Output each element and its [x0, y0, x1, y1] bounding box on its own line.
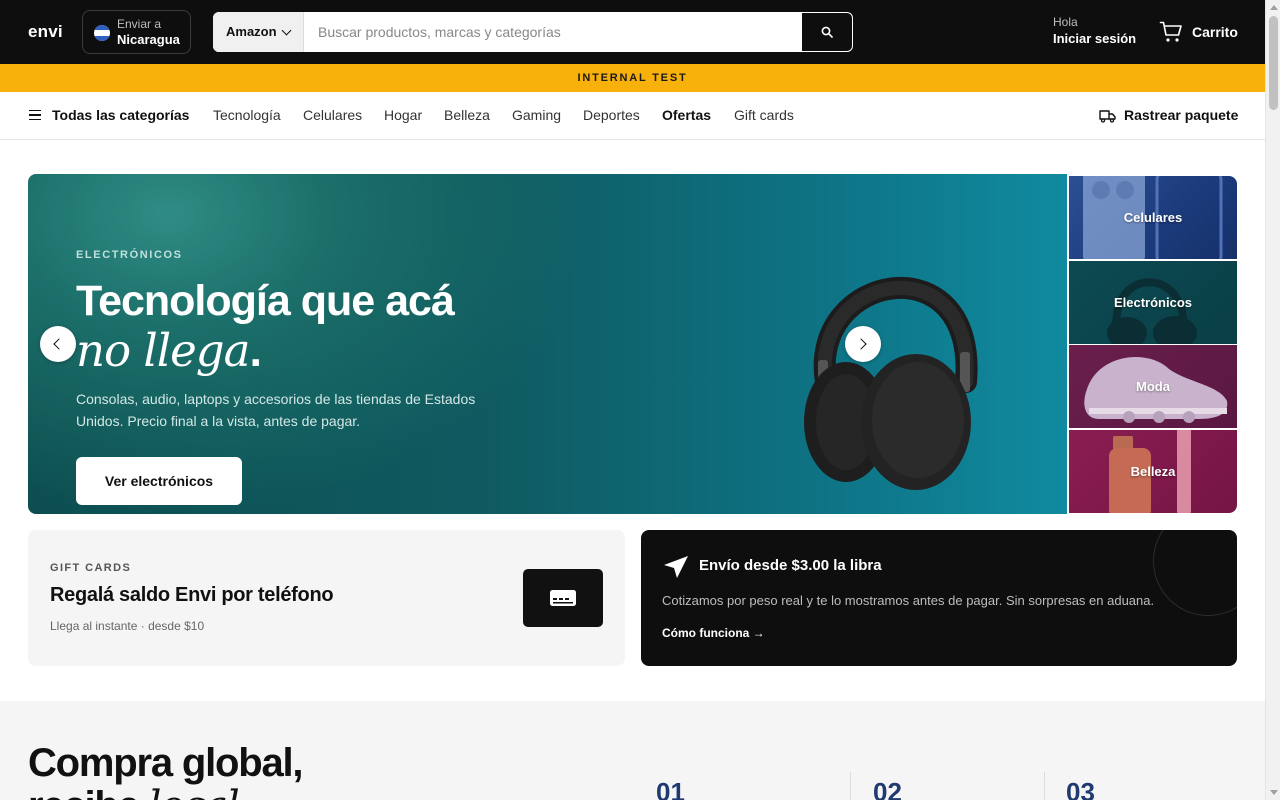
steps-title-italic: local — [149, 783, 240, 800]
scroll-down-icon[interactable] — [1270, 790, 1278, 795]
carousel-next-button[interactable] — [845, 326, 881, 362]
hero-title-line1: Tecnología que acá — [76, 277, 455, 325]
scroll-up-icon[interactable] — [1270, 5, 1278, 10]
ship-to-label: Enviar a — [117, 17, 162, 31]
track-package-link[interactable]: Rastrear paquete — [1124, 107, 1238, 123]
store-selector-label: Amazon — [226, 24, 277, 39]
step-number-3: 03 — [1066, 777, 1095, 800]
nav-link-hogar[interactable]: Hogar — [384, 107, 422, 123]
envi-logo[interactable]: envi — [28, 22, 63, 42]
send-icon — [664, 556, 688, 578]
search-input[interactable] — [305, 12, 802, 52]
steps-section: Compra global, recibe local 01 02 03 — [0, 701, 1265, 800]
carousel-prev-button[interactable] — [40, 326, 76, 362]
store-selector[interactable]: Amazon — [213, 12, 304, 52]
nav-link-celulares[interactable]: Celulares — [303, 107, 362, 123]
top-header: envi Enviar a Nicaragua Amazon Hola Inic… — [0, 0, 1265, 64]
ship-to-selector[interactable]: Enviar a Nicaragua — [82, 10, 191, 54]
shipping-title: Envío desde $3.00 la libra — [699, 557, 882, 574]
hero-title-line2: no llega. — [76, 324, 262, 377]
nav-link-deportes[interactable]: Deportes — [583, 107, 640, 123]
how-it-works-link[interactable]: Cómo funciona → — [662, 626, 765, 640]
hero-cta-button[interactable]: Ver electrónicos — [76, 457, 242, 505]
step-number-2: 02 — [873, 777, 902, 800]
nav-link-gift-cards[interactable]: Gift cards — [734, 107, 794, 123]
page-scrollbar[interactable] — [1265, 0, 1280, 800]
tile-label: Belleza — [1130, 464, 1176, 479]
chevron-left-icon — [53, 338, 65, 350]
step-number-1: 01 — [656, 777, 685, 800]
shipping-description: Cotizamos por peso real y te lo mostramo… — [662, 593, 1155, 608]
nicaragua-flag-icon — [94, 25, 110, 41]
signin-link[interactable]: Iniciar sesión — [1053, 31, 1136, 46]
nav-link-tecnologia[interactable]: Tecnología — [213, 107, 281, 123]
category-tile-celulares[interactable]: Celulares — [1069, 176, 1237, 259]
gift-card-title: Regalá saldo Envi por teléfono — [50, 584, 334, 606]
gift-card-eyebrow: GIFT CARDS — [50, 562, 132, 574]
chevron-right-icon — [855, 338, 867, 350]
gift-card-subtitle: Llega al instante · desde $10 — [50, 619, 205, 633]
tile-label: Electrónicos — [1113, 295, 1193, 310]
ship-to-country: Nicaragua — [117, 32, 180, 47]
hero-title-period: . — [249, 325, 261, 376]
scroll-thumb[interactable] — [1269, 16, 1278, 110]
steps-title-line1: Compra global, — [28, 741, 304, 785]
cart-icon[interactable] — [1159, 20, 1183, 44]
all-categories-button[interactable]: Todas las categorías — [52, 107, 189, 123]
gift-card-promo[interactable]: GIFT CARDS Regalá saldo Envi por teléfon… — [28, 530, 625, 666]
hero-title-italic: no llega — [76, 324, 250, 377]
category-tile-moda[interactable]: Moda — [1069, 345, 1237, 428]
category-tile-belleza[interactable]: Belleza — [1069, 430, 1237, 513]
steps-title-line2: recibe local — [28, 783, 240, 800]
menu-icon[interactable] — [29, 110, 41, 120]
tile-label: Moda — [1136, 379, 1170, 394]
search-bar: Amazon — [213, 12, 853, 52]
tile-label: Celulares — [1123, 210, 1183, 225]
category-nav: Todas las categorías Tecnología Celulare… — [0, 92, 1265, 140]
nav-link-ofertas[interactable]: Ofertas — [662, 107, 711, 123]
search-button[interactable] — [802, 13, 852, 51]
headphones-image — [804, 276, 978, 490]
hero-eyebrow: ELECTRÓNICOS — [76, 249, 183, 261]
hero-carousel: ELECTRÓNICOS Tecnología que acá no llega… — [28, 174, 1067, 514]
chevron-down-icon — [281, 25, 292, 36]
steps-title-bold: recibe — [28, 784, 140, 800]
category-tile-electronicos[interactable]: Electrónicos — [1069, 261, 1237, 344]
cart-link[interactable]: Carrito — [1192, 24, 1238, 40]
truck-icon — [1099, 110, 1116, 123]
step-divider — [850, 772, 851, 800]
gift-card-visual — [523, 569, 603, 627]
card-icon — [550, 590, 576, 606]
hero-description: Consolas, audio, laptops y accesorios de… — [76, 391, 476, 429]
shipping-promo: Envío desde $3.00 la libra Cotizamos por… — [641, 530, 1237, 666]
greeting-label: Hola — [1053, 15, 1078, 29]
internal-test-banner: INTERNAL TEST — [0, 64, 1265, 92]
nav-link-gaming[interactable]: Gaming — [512, 107, 561, 123]
nav-link-belleza[interactable]: Belleza — [444, 107, 490, 123]
step-divider — [1044, 772, 1045, 800]
decorative-circle — [1153, 530, 1237, 616]
search-icon — [821, 26, 833, 38]
